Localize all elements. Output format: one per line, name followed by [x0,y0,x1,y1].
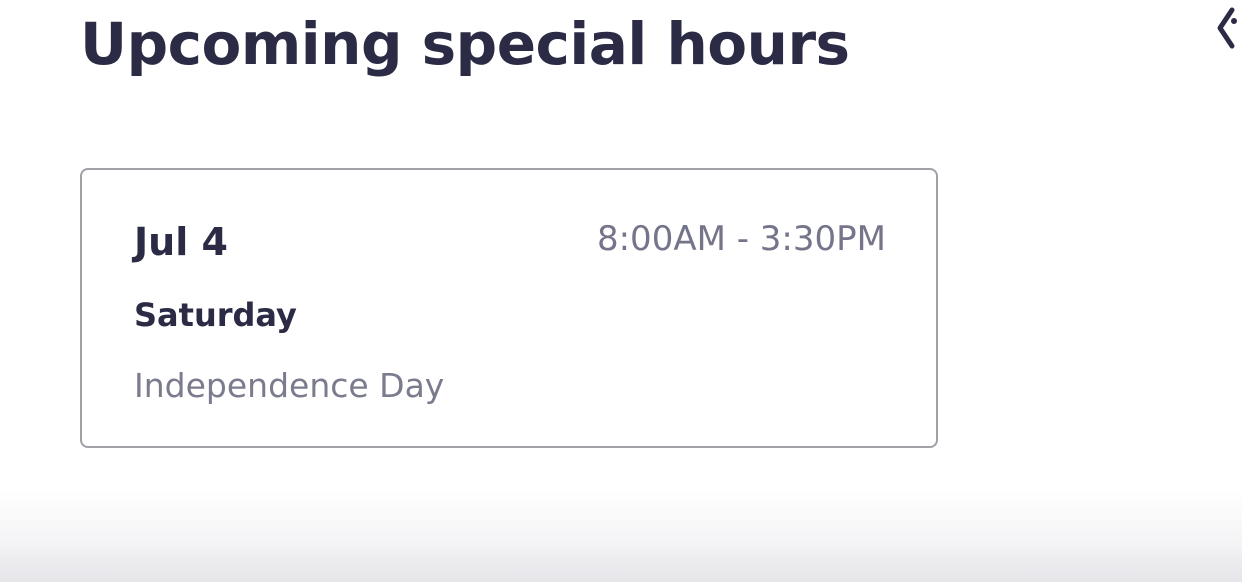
tag-icon[interactable] [1214,4,1242,52]
special-hours-time-range: 8:00AM - 3:30PM [596,219,886,259]
special-hours-holiday-name: Independence Day [134,366,445,405]
special-hours-weekday: Saturday [134,296,297,334]
special-hours-card: Jul 4 8:00AM - 3:30PM Saturday Independe… [80,168,938,448]
page-title: Upcoming special hours [80,10,850,78]
special-hours-date: Jul 4 [134,220,228,264]
special-hours-page: Upcoming special hours Jul 4 8:00AM - 3:… [0,0,1242,582]
